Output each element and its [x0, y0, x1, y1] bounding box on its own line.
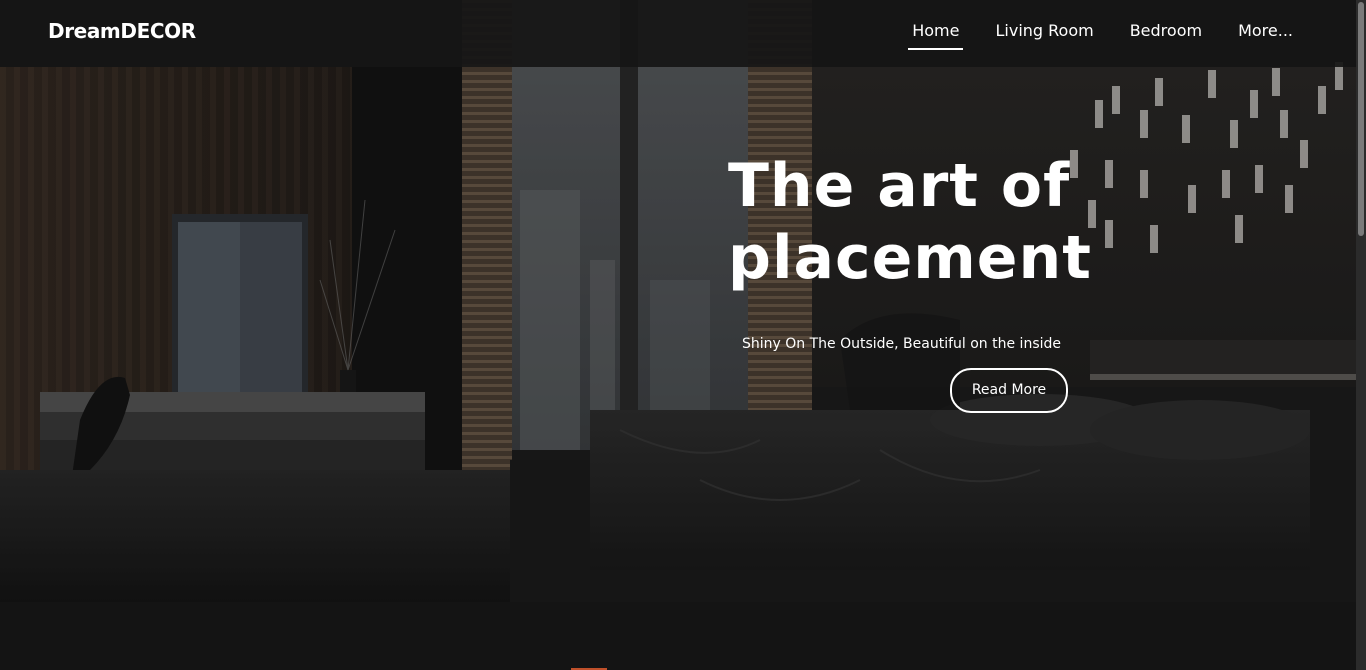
hero-title: The art of placement — [728, 151, 1092, 293]
nav-item-bedroom[interactable]: Bedroom — [1126, 21, 1206, 50]
brand-logo[interactable]: DreamDECOR — [48, 19, 196, 43]
nav-item-living-room[interactable]: Living Room — [991, 21, 1097, 50]
hero-overlay — [0, 0, 1356, 602]
navbar: DreamDECOR Home Living Room Bedroom More… — [0, 0, 1356, 67]
page: DreamDECOR Home Living Room Bedroom More… — [0, 0, 1366, 670]
hero-subtitle: Shiny On The Outside, Beautiful on the i… — [742, 336, 1062, 352]
scrollbar-thumb[interactable] — [1358, 2, 1364, 236]
read-more-button[interactable]: Read More — [950, 368, 1068, 413]
nav-item-more[interactable]: More... — [1234, 21, 1297, 50]
content-section — [0, 602, 1356, 670]
main-nav: Home Living Room Bedroom More... — [880, 21, 1297, 50]
page-scrollbar[interactable] — [1356, 0, 1366, 670]
nav-item-home[interactable]: Home — [908, 21, 964, 50]
hero-section: DreamDECOR Home Living Room Bedroom More… — [0, 0, 1356, 602]
